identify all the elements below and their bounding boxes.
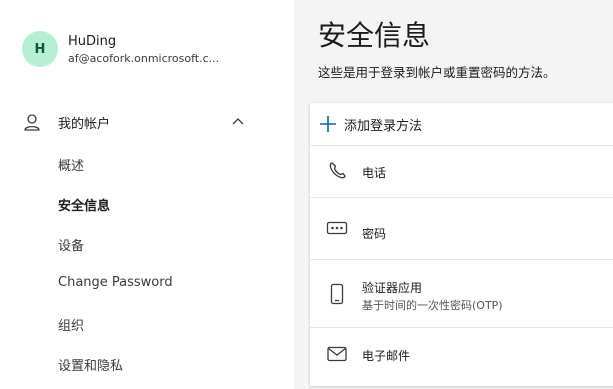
chevron-up-icon[interactable] bbox=[230, 114, 246, 130]
sidebar-item-overview[interactable]: 概述 bbox=[58, 155, 84, 174]
sidebar-item-organizations[interactable]: 组织 bbox=[58, 315, 84, 334]
sidebar-item-security-info[interactable]: 安全信息 bbox=[58, 195, 110, 214]
method-row-phone: 电话 bbox=[310, 145, 613, 198]
method-description: 基于时间的一次性密码(OTP) bbox=[362, 299, 503, 312]
main-content: 安全信息 这些是用于登录到帐户或重置密码的方法。 添加登录方法 电话 密码 验证… bbox=[294, 0, 613, 389]
sidebar: H HuDing af@acofork.onmicrosoft.c... 我的帐… bbox=[0, 0, 294, 389]
method-name: 密码 bbox=[362, 227, 387, 241]
methods-card: 添加登录方法 电话 密码 验证器应用 基于时间的一次性密码(OTP) 电子邮件 bbox=[310, 103, 613, 386]
nav-my-account-label: 我的帐户 bbox=[58, 117, 111, 132]
method-name: 电话 bbox=[362, 166, 387, 180]
add-sign-in-method-button[interactable]: 添加登录方法 bbox=[310, 103, 613, 146]
authenticator-app-icon bbox=[330, 283, 344, 305]
user-name: HuDing bbox=[68, 34, 117, 49]
phone-icon bbox=[329, 162, 346, 179]
user-email: af@acofork.onmicrosoft.c... bbox=[68, 52, 220, 65]
method-row-authenticator: 验证器应用 基于时间的一次性密码(OTP) bbox=[310, 259, 613, 328]
method-row-password: 密码 bbox=[310, 197, 613, 260]
method-row-email: 电子邮件 bbox=[310, 327, 613, 386]
person-icon bbox=[24, 114, 40, 131]
method-name: 电子邮件 bbox=[362, 349, 411, 363]
sidebar-item-change-password[interactable]: Change Password bbox=[58, 275, 173, 290]
sidebar-item-devices[interactable]: 设备 bbox=[58, 235, 84, 254]
page-subtitle: 这些是用于登录到帐户或重置密码的方法。 bbox=[318, 65, 556, 80]
method-name: 验证器应用 bbox=[362, 281, 423, 295]
password-icon bbox=[326, 221, 348, 235]
avatar-initial: H bbox=[34, 41, 46, 57]
email-icon bbox=[327, 346, 347, 362]
sidebar-item-settings-privacy[interactable]: 设置和隐私 bbox=[58, 355, 123, 374]
add-sign-in-method-label: 添加登录方法 bbox=[344, 119, 423, 134]
plus-icon bbox=[320, 116, 336, 132]
page-title: 安全信息 bbox=[318, 19, 431, 52]
nav-my-account[interactable]: 我的帐户 bbox=[22, 108, 252, 136]
avatar[interactable]: H bbox=[22, 31, 58, 67]
